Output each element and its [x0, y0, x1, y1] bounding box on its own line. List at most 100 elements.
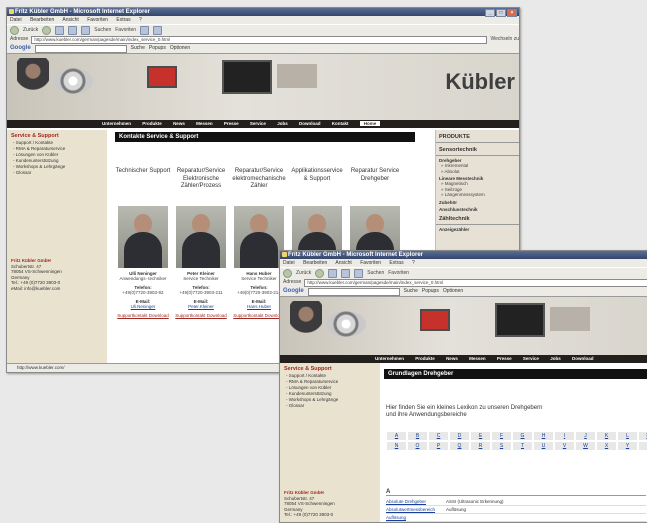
favorites-button-label[interactable]: Favoriten [115, 25, 136, 35]
group-zubehoer[interactable]: Zubehör [436, 198, 519, 205]
home-icon[interactable] [81, 25, 91, 35]
google-options-button[interactable]: Optionen [170, 44, 190, 53]
nav-presse[interactable]: Presse [224, 121, 239, 126]
group-anschlusstechnik[interactable]: Anschlusstechnik [436, 205, 519, 212]
menu-extras[interactable]: Extras [116, 17, 130, 23]
sidebar-item-glossary[interactable]: - Glossar [7, 170, 107, 176]
nav-messen[interactable]: Messen [196, 121, 213, 126]
nav-produkte[interactable]: Produkte [142, 121, 162, 126]
menu-datei[interactable]: Datei [283, 260, 295, 266]
letter-link[interactable]: A [387, 432, 406, 440]
nav-jobs[interactable]: Jobs [550, 356, 561, 361]
menu-datei[interactable]: Datei [10, 17, 22, 23]
letter-link[interactable]: F [492, 432, 511, 440]
group-lineare-messtechnik[interactable]: Lineare Messtechnik [436, 174, 519, 181]
nav-download[interactable]: Download [572, 356, 594, 361]
print-icon[interactable] [153, 25, 163, 35]
back-arrow-icon[interactable] [10, 25, 19, 35]
nav-service[interactable]: Service [523, 356, 539, 361]
letter-link[interactable]: N [387, 442, 406, 450]
letter-link[interactable]: P [429, 442, 448, 450]
menu-help[interactable]: ? [412, 260, 415, 266]
menu-favoriten[interactable]: Favoriten [360, 260, 381, 266]
stop-icon[interactable] [328, 268, 338, 278]
letter-link[interactable]: D [450, 432, 469, 440]
letter-link[interactable]: L [618, 432, 637, 440]
home-icon[interactable] [354, 268, 364, 278]
nav-presse[interactable]: Presse [497, 356, 512, 361]
letter-link[interactable]: I [555, 432, 574, 440]
back-arrow-icon[interactable] [283, 268, 292, 278]
nav-download[interactable]: Download [299, 121, 321, 126]
letter-link[interactable]: B [408, 432, 427, 440]
go-button[interactable]: Wechseln zu [490, 35, 519, 44]
letter-link[interactable]: W [576, 442, 595, 450]
letter-link[interactable]: T [513, 442, 532, 450]
group-anzeigezaehler[interactable]: Anzeigezähler [436, 225, 519, 232]
google-popups-button[interactable]: Popups [149, 44, 166, 53]
support-download-link[interactable]: Supportkontakt Download [115, 313, 171, 318]
letter-link[interactable]: G [513, 432, 532, 440]
back-button-label[interactable]: Zurück [296, 268, 311, 278]
title-bar[interactable]: Fritz Kübler GmbH - Microsoft Internet E… [280, 251, 647, 259]
glossary-term[interactable]: Absolutwertmessbereich [386, 506, 446, 513]
nav-messen[interactable]: Messen [469, 356, 486, 361]
menu-extras[interactable]: Extras [389, 260, 403, 266]
back-button-label[interactable]: Zurück [23, 25, 38, 35]
menu-bearbeiten[interactable]: Bearbeiten [30, 17, 54, 23]
minimize-icon[interactable]: _ [485, 9, 495, 17]
letter-link[interactable]: Z [639, 442, 647, 450]
menu-help[interactable]: ? [139, 17, 142, 23]
address-input[interactable]: http://www.kuebler.com/german/pagesde/ma… [304, 278, 647, 287]
nav-jobs[interactable]: Jobs [277, 121, 288, 126]
nav-service[interactable]: Service [250, 121, 266, 126]
letter-link[interactable]: Y [618, 442, 637, 450]
address-input[interactable]: http://www.kuebler.com/german/pagesde/ma… [31, 35, 488, 44]
letter-link[interactable]: V [555, 442, 574, 450]
forward-arrow-icon[interactable] [315, 268, 325, 278]
nav-produkte[interactable]: Produkte [415, 356, 435, 361]
favorites-button-label[interactable]: Favoriten [388, 268, 409, 278]
group-drehgeber[interactable]: Drehgeber [436, 156, 519, 163]
menu-ansicht[interactable]: Ansicht [335, 260, 351, 266]
letter-link[interactable]: H [534, 432, 553, 440]
google-popups-button[interactable]: Popups [422, 287, 439, 296]
letter-link[interactable]: K [597, 432, 616, 440]
letter-link[interactable]: O [408, 442, 427, 450]
glossary-term[interactable]: Absolute Drehgeber [386, 498, 446, 505]
nav-unternehmen[interactable]: Unternehmen [102, 121, 131, 126]
google-search-button[interactable]: Suche [404, 287, 418, 296]
search-button-label[interactable]: Suchen [367, 268, 384, 278]
letter-link[interactable]: S [492, 442, 511, 450]
letter-link[interactable]: J [576, 432, 595, 440]
forward-arrow-icon[interactable] [42, 25, 52, 35]
title-bar[interactable]: Fritz Kübler GmbH - Microsoft Internet E… [7, 8, 519, 17]
support-download-link[interactable]: Supportkontakt Download [173, 313, 229, 318]
email-link[interactable]: Peter.Kleiner [173, 304, 229, 309]
email-link[interactable]: Uli.Neninger [115, 304, 171, 309]
letter-link[interactable]: R [471, 442, 490, 450]
refresh-icon[interactable] [68, 25, 78, 35]
sidebar-item-glossary[interactable]: - Glossar [280, 403, 380, 409]
nav-news[interactable]: News [446, 356, 458, 361]
letter-link[interactable]: E [471, 432, 490, 440]
google-search-input[interactable] [307, 287, 400, 296]
search-button-label[interactable]: Suchen [94, 25, 111, 35]
google-search-button[interactable]: Suche [131, 44, 145, 53]
letter-link[interactable]: C [429, 432, 448, 440]
glossary-term[interactable]: Auflösung [386, 514, 446, 521]
nav-unternehmen[interactable]: Unternehmen [375, 356, 404, 361]
nav-kontakt[interactable]: Kontakt [332, 121, 349, 126]
letter-link[interactable]: U [534, 442, 553, 450]
stop-icon[interactable] [55, 25, 65, 35]
nav-home[interactable]: Home [359, 121, 381, 126]
nav-news[interactable]: News [173, 121, 185, 126]
mail-icon[interactable] [140, 25, 150, 35]
menu-favoriten[interactable]: Favoriten [87, 17, 108, 23]
google-search-input[interactable] [34, 44, 127, 53]
letter-link[interactable]: X [597, 442, 616, 450]
letter-link[interactable]: M [639, 432, 647, 440]
letter-link[interactable]: Q [450, 442, 469, 450]
menu-ansicht[interactable]: Ansicht [62, 17, 78, 23]
address-line[interactable]: eMail: info@kuebler.com [11, 286, 60, 291]
